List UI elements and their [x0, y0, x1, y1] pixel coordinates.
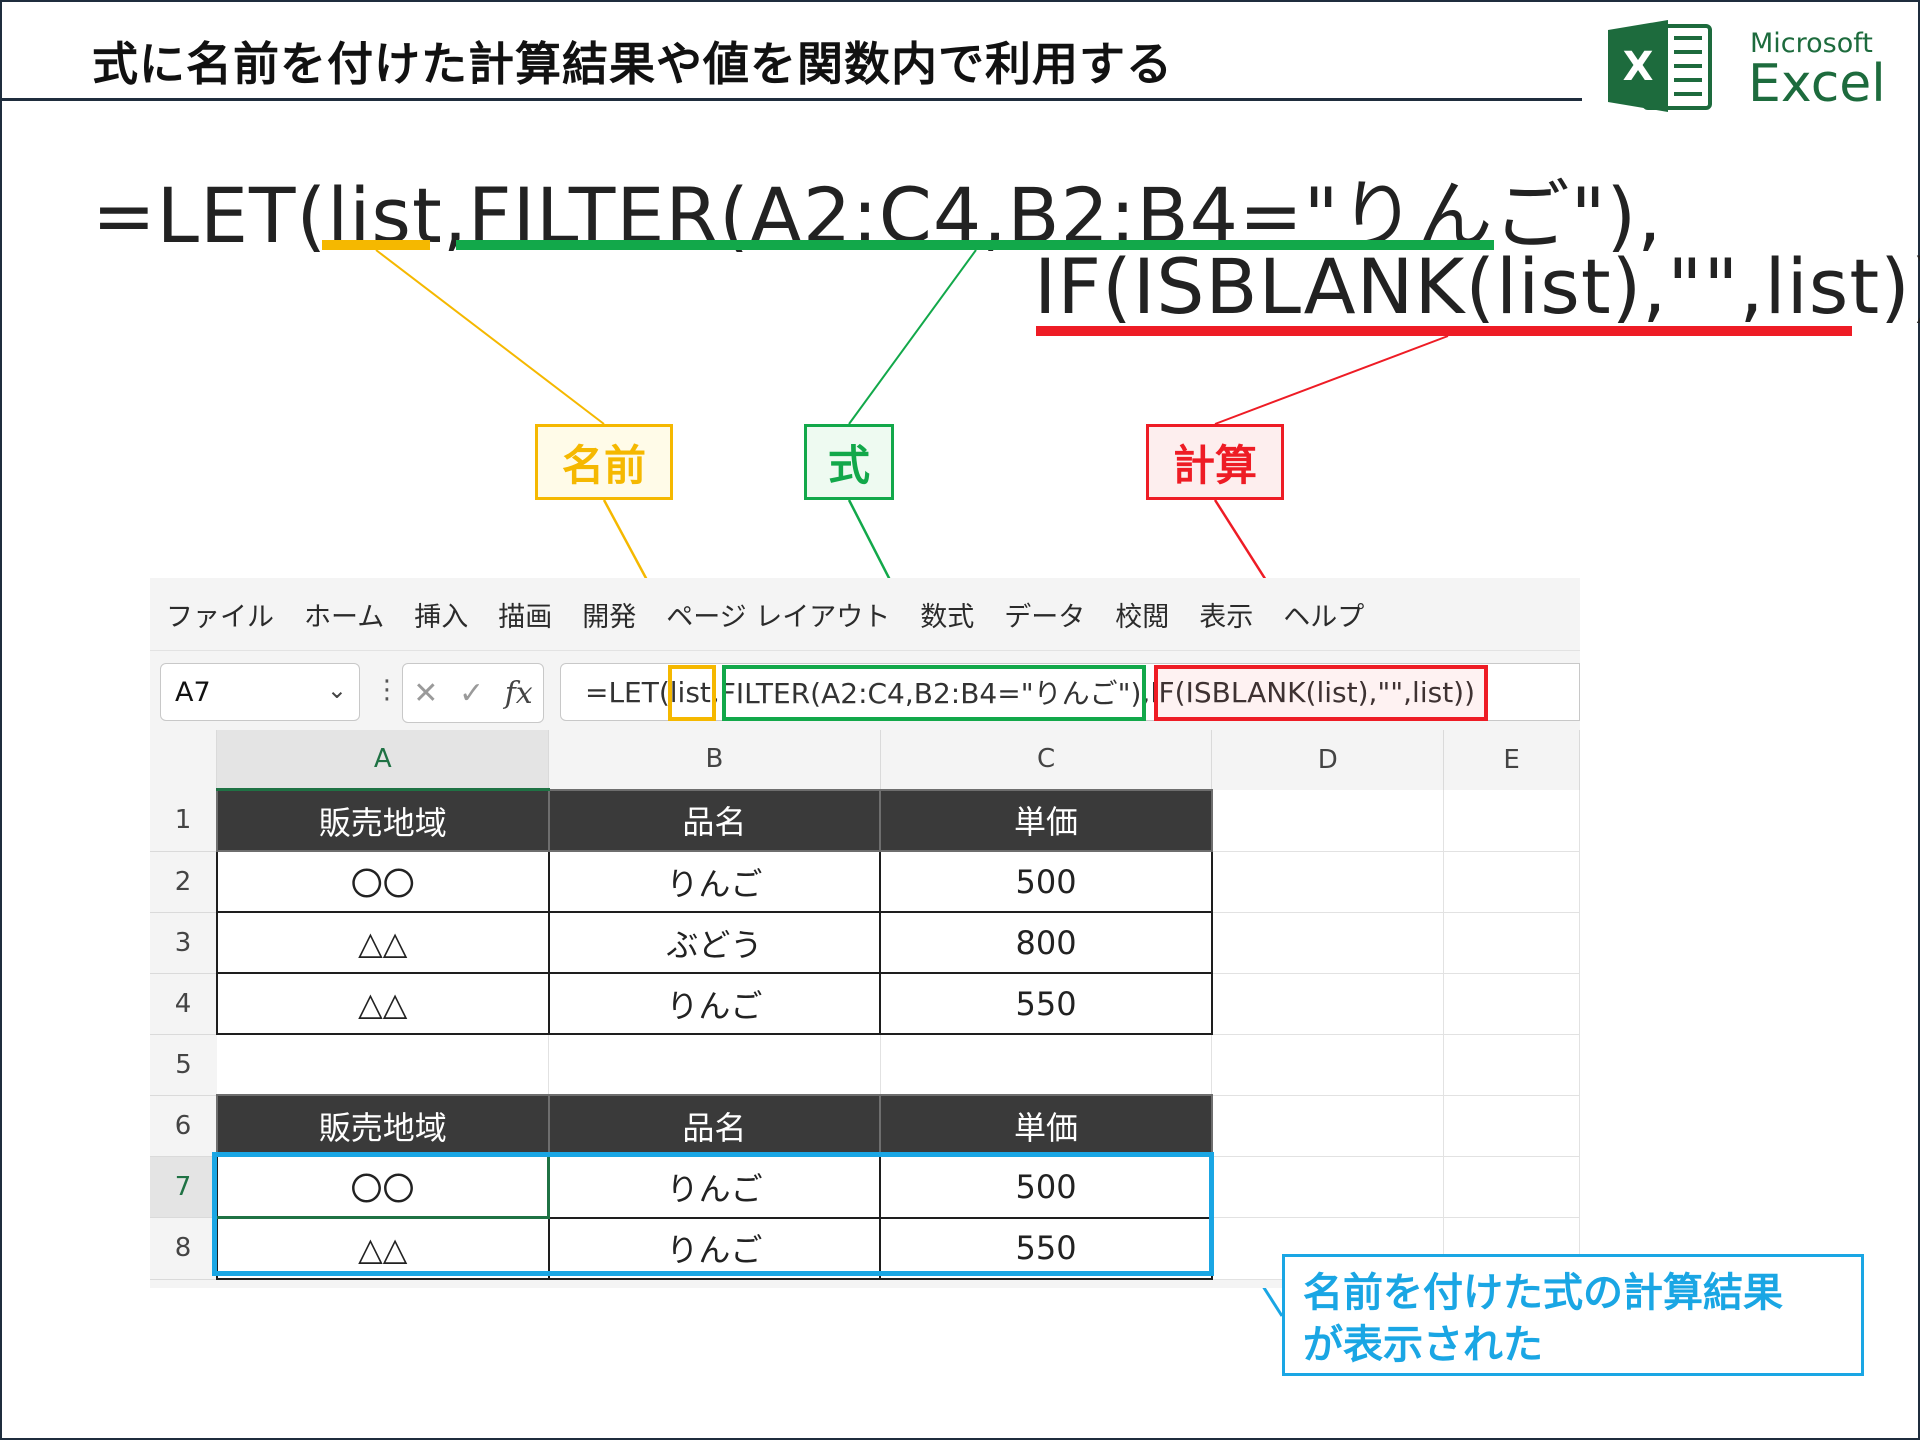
name-box-value: A7 — [175, 676, 211, 708]
name-callout: 名前 — [535, 424, 673, 500]
cell-b6[interactable]: 品名 — [547, 1094, 882, 1157]
cell-b5[interactable] — [548, 1034, 881, 1096]
cell-d1[interactable] — [1211, 789, 1445, 852]
cell-e2[interactable] — [1443, 851, 1580, 913]
column-header-c[interactable]: C — [880, 730, 1213, 790]
cell-d7[interactable] — [1211, 1156, 1445, 1218]
tab-help[interactable]: ヘルプ — [1267, 595, 1378, 634]
tab-review[interactable]: 校閲 — [1099, 595, 1183, 634]
name-highlight — [668, 665, 716, 721]
row-header-4[interactable]: 4 — [150, 973, 217, 1035]
table-row: 6 販売地域 品名 単価 — [150, 1094, 1580, 1157]
cell-e1[interactable] — [1443, 789, 1580, 852]
expression-underline — [456, 240, 1494, 250]
tab-home[interactable]: ホーム — [288, 595, 398, 634]
calculation-underline — [1036, 326, 1852, 336]
cell-c3[interactable]: 800 — [879, 911, 1213, 974]
logo-letter: X — [1623, 44, 1654, 90]
cell-c5[interactable] — [880, 1034, 1213, 1096]
row-header-7[interactable]: 7 — [150, 1156, 217, 1218]
tab-file[interactable]: ファイル — [150, 595, 288, 634]
select-all-corner[interactable] — [150, 730, 218, 790]
name-underline — [322, 240, 430, 250]
logo-excel-text: Excel — [1748, 54, 1886, 114]
cell-a2[interactable]: 〇〇 — [215, 850, 550, 913]
formula-bar-prefix: =LET( — [585, 675, 670, 709]
tab-data[interactable]: データ — [988, 595, 1099, 634]
cell-e4[interactable] — [1443, 973, 1580, 1035]
cell-b4[interactable]: りんご — [547, 972, 882, 1035]
tab-view[interactable]: 表示 — [1183, 595, 1267, 634]
cell-e7[interactable] — [1443, 1156, 1580, 1218]
cell-c1[interactable]: 単価 — [879, 788, 1213, 852]
column-header-b[interactable]: B — [548, 730, 881, 790]
tab-page-layout[interactable]: ページ レイアウト — [650, 595, 904, 634]
enter-icon[interactable]: ✓ — [459, 676, 484, 711]
expression-callout: 式 — [804, 424, 894, 500]
cell-a6[interactable]: 販売地域 — [215, 1094, 550, 1157]
row-header-5[interactable]: 5 — [150, 1034, 217, 1096]
more-options-icon[interactable]: ⋮ — [374, 675, 400, 705]
cell-c6[interactable]: 単価 — [879, 1094, 1213, 1157]
result-note: 名前を付けた式の計算結果 が表示された — [1282, 1254, 1864, 1376]
name-box[interactable]: A7 ⌄ — [160, 663, 360, 721]
table-row: 1 販売地域 品名 単価 — [150, 788, 1580, 852]
result-note-line-1: 名前を付けた式の計算結果 — [1303, 1270, 1783, 1316]
cell-a5[interactable] — [216, 1034, 550, 1096]
row-header-8[interactable]: 8 — [150, 1217, 217, 1280]
formula-close-paren: ) — [1911, 242, 1920, 331]
cell-d6[interactable] — [1211, 1095, 1445, 1157]
cell-a4[interactable]: △△ — [215, 972, 550, 1035]
formula-buttons: ✕ ✓ fx — [402, 663, 544, 723]
cell-b1[interactable]: 品名 — [547, 788, 882, 852]
column-header-row: A B C D E — [150, 730, 1580, 791]
formula-prefix: =LET( — [92, 171, 328, 260]
title-rule — [0, 98, 1582, 101]
tab-developer[interactable]: 開発 — [566, 595, 650, 634]
cell-c2[interactable]: 500 — [879, 850, 1213, 913]
formula-calculation: IF(ISBLANK(list),"",list) — [1034, 242, 1911, 331]
page-title: 式に名前を付けた計算結果や値を関数内で利用する — [92, 37, 1173, 91]
calculation-callout: 計算 — [1146, 424, 1284, 500]
tab-draw[interactable]: 描画 — [482, 595, 566, 634]
cell-d3[interactable] — [1211, 912, 1445, 974]
tab-insert[interactable]: 挿入 — [398, 595, 482, 634]
row-header-3[interactable]: 3 — [150, 912, 217, 974]
cell-b3[interactable]: ぶどう — [547, 911, 882, 974]
row-header-1[interactable]: 1 — [150, 789, 217, 852]
result-note-line-2: が表示された — [1303, 1322, 1543, 1368]
row-header-2[interactable]: 2 — [150, 851, 217, 913]
table-row: 4 △△ りんご 550 — [150, 972, 1580, 1035]
table-row: 5 — [150, 1034, 1580, 1096]
ribbon-tabs: ファイル ホーム 挿入 描画 開発 ページ レイアウト 数式 データ 校閲 表示… — [150, 578, 1580, 650]
cell-e5[interactable] — [1443, 1034, 1580, 1096]
table-row: 3 △△ ぶどう 800 — [150, 911, 1580, 974]
cell-e6[interactable] — [1443, 1095, 1580, 1157]
chevron-down-icon[interactable]: ⌄ — [327, 676, 347, 704]
cell-d5[interactable] — [1211, 1034, 1445, 1096]
row-header-6[interactable]: 6 — [150, 1095, 217, 1157]
cell-d2[interactable] — [1211, 851, 1445, 913]
result-highlight — [212, 1152, 1214, 1276]
table-row: 2 〇〇 りんご 500 — [150, 850, 1580, 913]
column-header-d[interactable]: D — [1211, 730, 1445, 790]
cell-c4[interactable]: 550 — [879, 972, 1213, 1035]
calculation-highlight — [1154, 665, 1488, 721]
cell-d4[interactable] — [1211, 973, 1445, 1035]
column-header-a[interactable]: A — [216, 730, 550, 791]
excel-logo-icon: X — [1608, 20, 1712, 112]
cancel-icon[interactable]: ✕ — [413, 676, 438, 711]
cell-a3[interactable]: △△ — [215, 911, 550, 974]
cell-a1[interactable]: 販売地域 — [215, 788, 550, 852]
cell-b2[interactable]: りんご — [547, 850, 882, 913]
column-header-e[interactable]: E — [1443, 730, 1580, 790]
cell-e3[interactable] — [1443, 912, 1580, 974]
formula-line-2: IF(ISBLANK(list),"",list)) — [1034, 242, 1920, 331]
expression-highlight — [722, 665, 1146, 721]
insert-function-icon[interactable]: fx — [505, 676, 533, 711]
tab-formulas[interactable]: 数式 — [904, 595, 988, 634]
formula-bar: A7 ⌄ ⋮ ✕ ✓ fx =LET(list, FILTER(A2:C4,B2:… — [150, 650, 1580, 731]
